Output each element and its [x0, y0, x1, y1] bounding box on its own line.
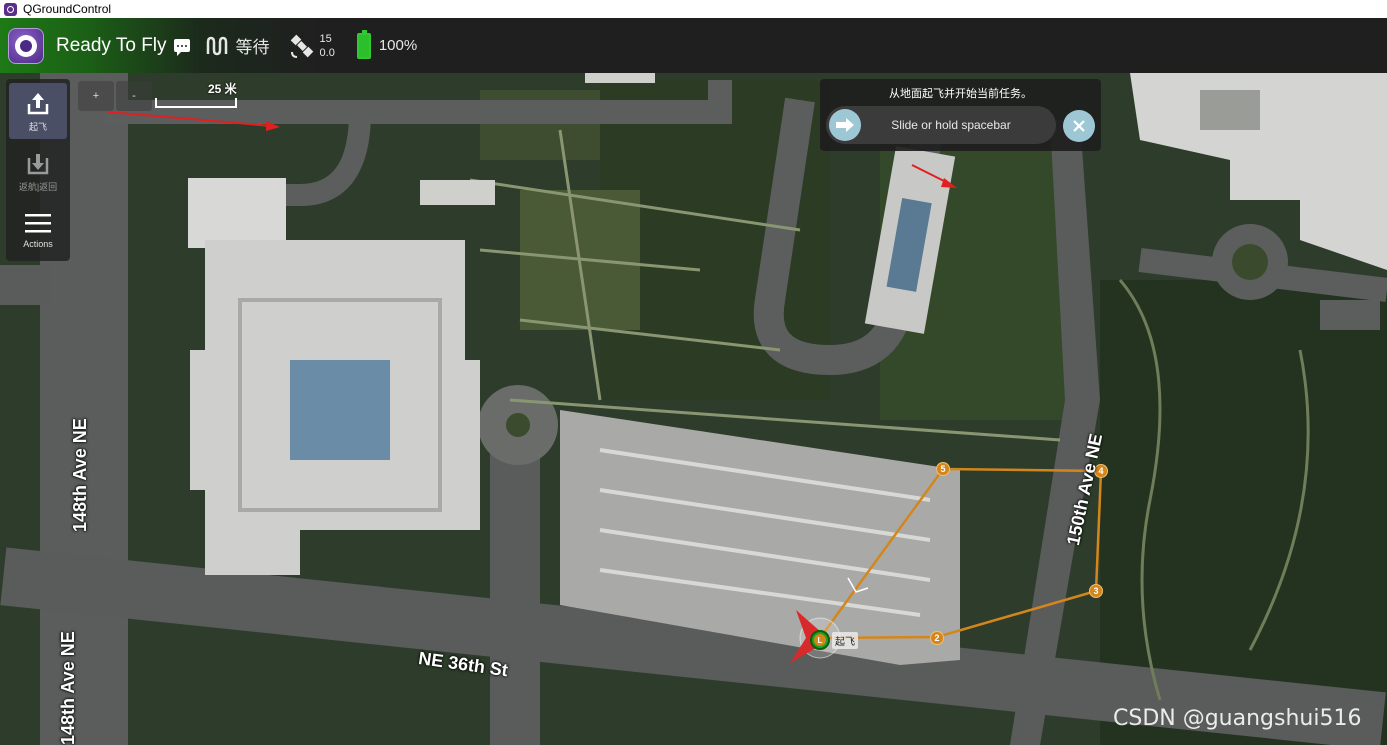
qgc-app-icon: [4, 2, 17, 16]
map-scale-label: 25 米: [208, 82, 237, 96]
message-icon[interactable]: [173, 39, 190, 56]
guided-action-confirm: 从地面起飞并开始当前任务。 Slide or hold spacebar: [820, 79, 1101, 151]
cancel-button[interactable]: [1063, 110, 1095, 142]
hamburger-menu-icon: [25, 214, 51, 233]
battery-icon[interactable]: [356, 29, 371, 59]
battery-percent: 100%: [378, 37, 418, 54]
window-titlebar: QGroundControl: [0, 0, 1387, 18]
gps-hdop: 0.0: [319, 46, 335, 59]
actions-label: Actions: [23, 239, 53, 249]
slider-handle[interactable]: [829, 109, 861, 141]
confirm-slider[interactable]: Slide or hold spacebar: [826, 106, 1056, 144]
gps-satellite-icon[interactable]: [288, 32, 316, 60]
rtl-button[interactable]: 返航|返回: [9, 143, 67, 199]
gps-values: 15 0.0: [320, 32, 335, 60]
zoom-in-button[interactable]: +: [78, 81, 114, 111]
qgc-app: QGroundControl Ready To Fly 等待 15 0.0 10…: [0, 0, 1387, 745]
launch-position-marker[interactable]: L: [810, 630, 830, 650]
launch-label: L: [814, 634, 826, 646]
csdn-watermark: CSDN @guangshui516: [1113, 706, 1362, 731]
arrow-right-icon: [836, 118, 854, 132]
guided-action-message: 从地面起飞并开始当前任务。: [889, 88, 1032, 100]
street-label-148th-bottom: 148th Ave NE: [58, 631, 78, 745]
vehicle-label: 起飞: [832, 632, 858, 649]
qgc-logo-button[interactable]: [8, 27, 44, 64]
fly-tool-strip: 起飞 返航|返回 Actions: [6, 79, 70, 261]
zoom-out-button[interactable]: -: [116, 81, 152, 111]
actions-button[interactable]: Actions: [9, 203, 67, 259]
return-icon: [27, 153, 49, 174]
map-scale-bar: [155, 98, 237, 108]
waypoint-3[interactable]: 3: [1089, 584, 1103, 598]
flight-status[interactable]: Ready To Fly: [56, 35, 167, 57]
flight-mode-selector[interactable]: 等待: [236, 33, 270, 58]
main-toolbar: Ready To Fly 等待 15 0.0 100%: [0, 18, 1387, 73]
waypoint-5[interactable]: 5: [936, 462, 950, 476]
waypoint-2[interactable]: 2: [930, 631, 944, 645]
takeoff-button[interactable]: 起飞: [9, 83, 67, 139]
window-title: QGroundControl: [23, 2, 112, 16]
flight-mode-icon: [206, 36, 227, 55]
street-label-148th-top: 148th Ave NE: [70, 418, 90, 532]
map-view[interactable]: 2 3 4 5: [0, 73, 1387, 745]
takeoff-icon: [27, 92, 49, 114]
satellite-map: [0, 73, 1387, 745]
gps-satellite-count: 15: [319, 32, 332, 45]
rtl-label: 返航|返回: [18, 181, 58, 192]
takeoff-label: 起飞: [28, 121, 47, 132]
close-icon: [1073, 120, 1085, 132]
